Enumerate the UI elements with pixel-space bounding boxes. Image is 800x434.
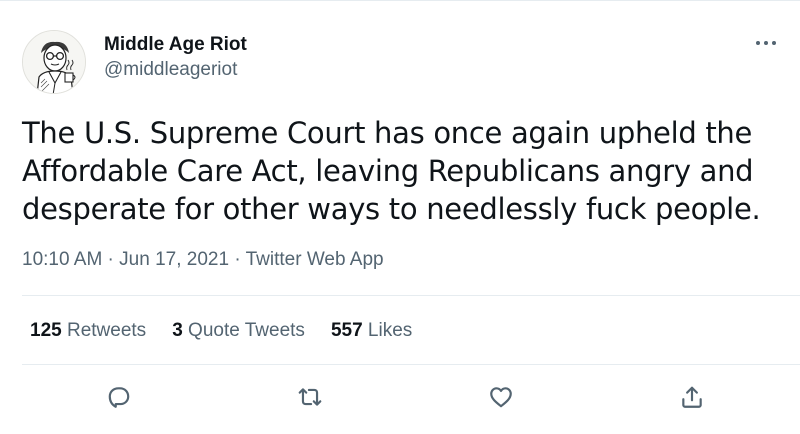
retweets-label: Retweets (61, 320, 147, 341)
tweet-source-link[interactable]: Twitter Web App (246, 249, 384, 270)
avatar-illustration (23, 31, 85, 93)
likes-label: Likes (362, 320, 413, 341)
tweet-card: Middle Age Riot @middleageriot The U.S. … (0, 0, 800, 434)
reply-icon (108, 387, 130, 408)
tweet-time: 10:10 AM (22, 249, 103, 270)
tweet-text: The U.S. Supreme Court has once again up… (22, 116, 761, 226)
tweet-actions (0, 375, 800, 419)
author-display-name[interactable]: Middle Age Riot (104, 33, 247, 57)
author-names: Middle Age Riot @middleageriot (104, 33, 247, 83)
share-icon (682, 386, 702, 408)
heart-icon (490, 387, 512, 408)
quote-tweets-stat[interactable]: 3 Quote Tweets (172, 320, 305, 342)
meta-separator: · (229, 249, 246, 270)
tweet-stats: 125 Retweets 3 Quote Tweets 557 Likes (30, 320, 438, 342)
tweet-header: Middle Age Riot @middleageriot (22, 30, 247, 94)
reply-button[interactable] (103, 381, 135, 413)
retweet-icon (298, 388, 322, 406)
author-handle[interactable]: @middleageriot (104, 57, 247, 83)
divider (22, 295, 800, 296)
tweet-metadata: 10:10 AM · Jun 17, 2021 · Twitter Web Ap… (22, 249, 384, 271)
quote-tweets-label: Quote Tweets (182, 320, 305, 341)
divider (22, 364, 800, 365)
more-options-button[interactable] (752, 33, 780, 53)
tweet-time-link[interactable]: 10:10 AM · Jun 17, 2021 (22, 249, 229, 270)
likes-stat[interactable]: 557 Likes (331, 320, 412, 342)
meta-separator: · (102, 249, 120, 270)
retweet-button[interactable] (294, 381, 326, 413)
retweets-stat[interactable]: 125 Retweets (30, 320, 146, 342)
more-dots-icon (756, 41, 776, 45)
like-button[interactable] (485, 381, 517, 413)
tweet-date: Jun 17, 2021 (119, 249, 230, 270)
retweets-count: 125 (30, 320, 62, 341)
share-button[interactable] (676, 381, 708, 413)
likes-count: 557 (330, 320, 363, 341)
quote-tweets-count: 3 (172, 320, 183, 341)
avatar[interactable] (22, 30, 86, 94)
